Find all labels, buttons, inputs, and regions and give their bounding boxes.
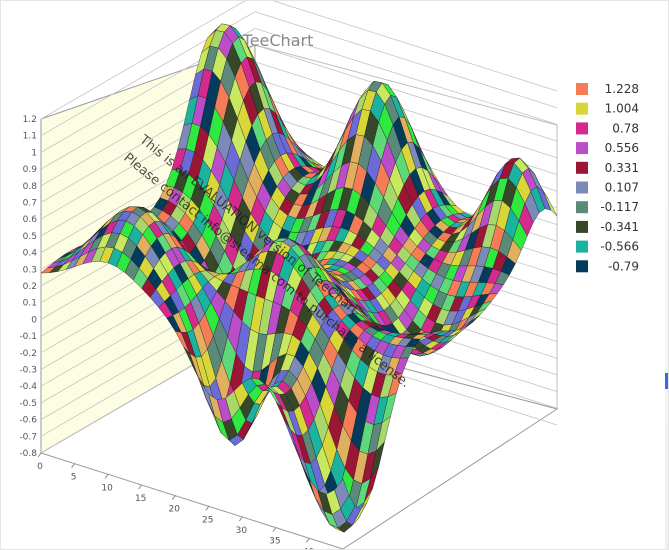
- x-tick-label-5: 25: [202, 515, 213, 525]
- y-tick-label-10: 0.2: [23, 282, 37, 292]
- x-tick-mark-5: [205, 506, 210, 511]
- legend-swatch-8: [576, 240, 588, 253]
- y-tick-label-18: -0.6: [19, 416, 37, 426]
- legend-swatch-5: [576, 181, 588, 194]
- x-tick-mark-1: [71, 463, 75, 468]
- chart-title: TeeChart: [242, 31, 314, 50]
- y-tick-label-13: -0.1: [19, 332, 37, 342]
- x-tick-label-6: 30: [236, 526, 248, 536]
- legend-swatch-3: [576, 142, 588, 155]
- legend-label-0: 1.228: [605, 82, 639, 96]
- x-tick-label-4: 20: [168, 505, 180, 515]
- y-tick-label-7: 0.5: [23, 232, 37, 242]
- surface-chart: 1.2 1.1 1 0.9 0.8 0.7 0.6 0.5 0.4 0.3 0.2 0.1 0 -0.1 -…: [19, 1, 639, 549]
- legend: 1.228 1.004 0.78 0.556 0.331 0.107 -0.117 -0.34…: [576, 82, 639, 273]
- y-tick-label-19: -0.7: [19, 432, 37, 442]
- legend-label-4: 0.331: [605, 161, 639, 175]
- x-tick-label-2: 10: [101, 483, 113, 493]
- y-tick-label-3: 0.9: [23, 165, 38, 175]
- x-tick-mark-3: [138, 484, 143, 490]
- chart-panel: 1.2 1.1 1 0.9 0.8 0.7 0.6 0.5 0.4 0.3 0.2 0.1 0 -0.1 -…: [0, 0, 669, 550]
- y-tick-label-8: 0.4: [23, 249, 38, 259]
- y-tick-label-6: 0.6: [23, 215, 38, 225]
- y-tick-label-12: 0: [31, 315, 37, 325]
- legend-swatch-0: [576, 83, 588, 95]
- x-tick-mark-4: [171, 495, 176, 500]
- legend-label-3: 0.556: [605, 141, 639, 155]
- x-tick-mark-6: [238, 516, 243, 522]
- legend-swatch-6: [576, 201, 588, 214]
- legend-label-2: 0.78: [612, 121, 639, 135]
- legend-label-8: -0.566: [600, 240, 639, 254]
- x-tick-mark-7: [272, 527, 277, 532]
- legend-swatch-9: [576, 260, 588, 273]
- x-tick-label-7: 35: [269, 537, 280, 547]
- y-tick-label-11: 0.1: [23, 299, 37, 309]
- legend-swatch-1: [576, 102, 588, 115]
- y-tick-label-17: -0.5: [19, 399, 37, 409]
- x-tick-label-0: 0: [37, 462, 43, 472]
- legend-label-5: 0.107: [605, 181, 639, 195]
- legend-swatch-2: [576, 122, 588, 135]
- y-tick-label-5: 0.7: [23, 199, 37, 209]
- x-tick-mark-8: [306, 538, 310, 543]
- y-tick-label-0: 1.2: [23, 115, 37, 125]
- legend-label-7: -0.341: [600, 220, 639, 234]
- y-tick-label-9: 0.3: [23, 265, 37, 275]
- window-edge: [665, 1, 668, 549]
- legend-swatch-4: [576, 161, 588, 174]
- legend-label-6: -0.117: [600, 200, 639, 214]
- legend-label-1: 1.004: [605, 102, 639, 116]
- y-tick-label-20: -0.8: [19, 449, 37, 459]
- x-tick-mark-0: [37, 452, 42, 458]
- y-tick-label-14: -0.2: [19, 349, 37, 359]
- y-tick-label-1: 1.1: [23, 132, 37, 142]
- legend-swatch-7: [576, 220, 588, 233]
- y-tick-label-2: 1: [31, 148, 37, 158]
- x-tick-label-1: 5: [71, 473, 77, 483]
- y-tick-label-16: -0.4: [19, 382, 37, 392]
- legend-label-9: -0.79: [608, 259, 639, 273]
- y-tick-label-15: -0.3: [19, 366, 37, 376]
- x-tick-label-3: 15: [135, 494, 146, 504]
- edge-tab: [665, 373, 668, 389]
- y-tick-label-4: 0.8: [23, 182, 38, 192]
- x-tick-mark-2: [104, 474, 109, 479]
